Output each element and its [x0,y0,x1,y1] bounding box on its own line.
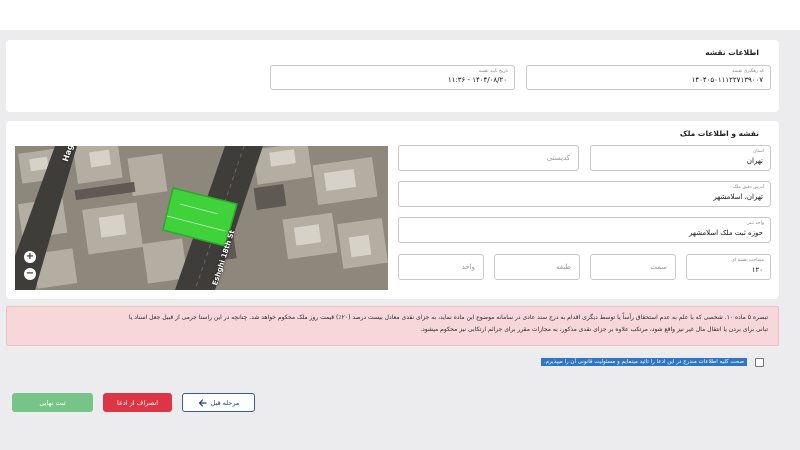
approval-date-field[interactable]: تاریخ تایید نقشه ۱۴۰۴/۰۸/۲۰ - ۱۱:۳۶ [270,65,515,90]
registry-unit-value: حوزه ثبت ملک اسلامشهر [688,229,763,237]
tracking-code-field[interactable]: کد رهگیری نقشه ۱۴۰۴۰۵۰۱۱۱۲۲۷۱۳۹۰۰۷ [526,65,771,90]
province-field[interactable]: استان تهران [590,145,771,171]
registry-unit-field[interactable]: واحد ثبتی حوزه ثبت ملک اسلامشهر [398,217,771,243]
map-info-card: اطلاعات نقشه کد رهگیری نقشه ۱۴۰۴۰۵۰۱۱۱۲۲… [6,40,779,112]
province-label: استان [752,149,764,154]
back-button[interactable]: مرحله قبل [182,393,255,412]
cancel-claim-button[interactable]: انصراف از ادعا [103,393,172,412]
exact-address-field[interactable]: آدرس دقیق ملک تهران، اسلامشهر [398,181,771,207]
zoom-in-button[interactable]: + [24,251,36,263]
tracking-code-value: ۱۴۰۴۰۵۰۱۱۱۲۲۷۱۳۹۰۰۷ [691,76,763,84]
direction-input[interactable]: سمت [590,254,676,280]
map-area-field[interactable]: مساحت نقشه ای ۱۲۰ [686,254,771,280]
unit-input[interactable]: واحد [398,254,484,280]
property-info-title: نقشه و اطلاعات ملک [679,129,759,138]
alert-line-2: تبانی برای بردن یا انتقال مال غیر نیز وا… [420,326,768,333]
approval-date-value: ۱۴۰۴/۰۸/۲۰ - ۱۱:۳۶ [447,76,507,84]
final-submit-button[interactable]: ثبت نهایی [12,393,93,412]
unit-placeholder: واحد [461,263,475,271]
exact-address-label: آدرس دقیق ملک [733,185,764,190]
zoom-out-button[interactable]: − [24,268,36,280]
postal-code-input[interactable]: کدپستی [398,145,579,171]
consent-checkbox[interactable] [755,357,764,367]
map-imagery [15,146,388,290]
map-area-label: مساحت نقشه ای [731,258,764,263]
arrow-left-icon [198,398,207,407]
satellite-map[interactable]: Haghi Eshghi 18th St + − [15,146,388,290]
top-bar [0,0,800,30]
postal-code-placeholder: کدپستی [546,154,570,162]
direction-placeholder: سمت [650,263,667,271]
legal-warning-alert: تبصره ۵ ماده ۱۰. شخصی که با علم به عدم ا… [6,306,779,346]
floor-input[interactable]: طبقه [494,254,580,280]
registry-unit-label: واحد ثبتی [746,221,764,226]
map-info-title: اطلاعات نقشه [705,48,759,57]
map-area-value: ۱۲۰ [751,266,763,274]
tracking-code-label: کد رهگیری نقشه [732,69,764,74]
consent-text: صحت کلیه اطلاعات مندرج در این ادعا را تا… [540,358,747,366]
province-value: تهران [746,157,763,165]
exact-address-value: تهران، اسلامشهر [713,193,763,201]
back-button-label: مرحله قبل [210,398,240,407]
floor-placeholder: طبقه [556,263,571,271]
alert-line-1: تبصره ۵ ماده ۱۰. شخصی که با علم به عدم ا… [128,314,768,321]
consent-row: صحت کلیه اطلاعات مندرج در این ادعا را تا… [540,357,764,367]
approval-date-label: تاریخ تایید نقشه [478,69,508,74]
